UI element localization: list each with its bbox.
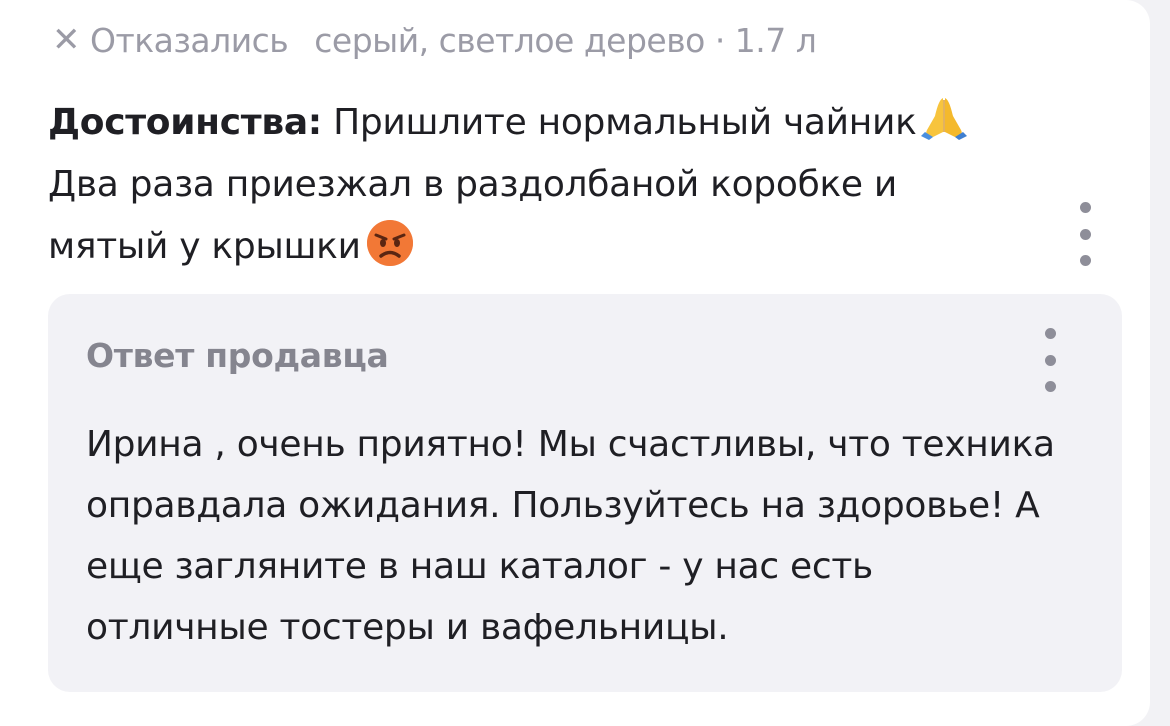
kebab-dot bbox=[1079, 202, 1091, 213]
seller-reply-line-2: оправдала ожидания. Пользуйтесь на здоро… bbox=[86, 485, 1040, 526]
review-body: Достоинства: Пришлите нормальный чайник … bbox=[48, 92, 1048, 278]
angry-face-emoji-icon bbox=[366, 220, 413, 266]
seller-reply-text: Ирина , очень приятно! Мы счастливы, что… bbox=[86, 414, 1096, 658]
kebab-dot bbox=[1044, 381, 1056, 392]
review-status: Отказались bbox=[90, 20, 289, 60]
pros-text-line-1: Пришлите нормальный чайник bbox=[333, 102, 917, 143]
product-variant: серый, светлое дерево · 1.7 л bbox=[314, 20, 817, 60]
seller-reply-more-button[interactable] bbox=[1040, 328, 1060, 392]
kebab-dot bbox=[1079, 228, 1091, 240]
seller-reply-box: Ответ продавца Ирина , очень приятно! Мы… bbox=[48, 294, 1122, 692]
review-more-button[interactable] bbox=[1075, 202, 1095, 266]
kebab-dot bbox=[1044, 354, 1056, 366]
seller-reply-line-1: Ирина , очень приятно! Мы счастливы, что… bbox=[86, 424, 1055, 465]
pros-text-line-2: Два раза приезжал в раздолбаной коробке … bbox=[48, 164, 898, 205]
review-meta-line: ✕ Отказались серый, светлое дерево · 1.7… bbox=[52, 16, 817, 64]
seller-reply-line-4: отличные тостеры и вафельницы. bbox=[86, 607, 729, 648]
review-card: ✕ Отказались серый, светлое дерево · 1.7… bbox=[0, 0, 1150, 726]
pros-text-line-3: мятый у крышки bbox=[48, 226, 361, 267]
seller-reply-line-3: еще загляните в наш каталог - у нас есть bbox=[86, 546, 873, 587]
folded-hands-emoji-icon bbox=[920, 98, 967, 140]
seller-reply-title: Ответ продавца bbox=[86, 336, 389, 375]
kebab-dot bbox=[1079, 255, 1091, 266]
kebab-dot bbox=[1044, 328, 1056, 339]
close-icon: ✕ bbox=[52, 20, 81, 60]
pros-label: Достоинства: bbox=[48, 102, 322, 143]
